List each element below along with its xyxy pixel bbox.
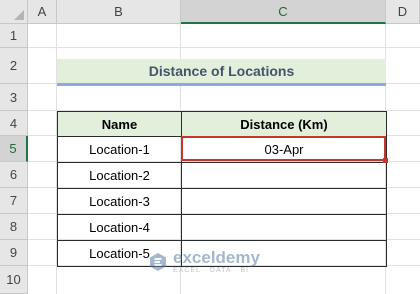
name-cell[interactable]: Location-1 <box>57 136 182 163</box>
row-header-8[interactable]: 8 <box>0 214 28 240</box>
distance-cell[interactable] <box>181 240 387 267</box>
spreadsheet-grid[interactable]: A B C D 1 2 3 4 5 6 7 8 9 10 Distance of… <box>0 0 420 294</box>
row-header-5[interactable]: 5 <box>0 136 28 162</box>
select-all-icon <box>14 10 24 20</box>
distance-cell[interactable] <box>181 188 387 215</box>
gridline <box>28 47 420 48</box>
row-header-2[interactable]: 2 <box>0 48 28 84</box>
table-row: Location-1 03-Apr <box>57 136 387 163</box>
column-header-d[interactable]: D <box>386 0 420 24</box>
name-column-header[interactable]: Name <box>57 111 182 137</box>
name-cell[interactable]: Location-4 <box>57 214 182 241</box>
column-header-a[interactable]: A <box>28 0 57 24</box>
table-row: Location-4 <box>57 214 387 241</box>
row-header-9[interactable]: 9 <box>0 240 28 266</box>
distance-table: Name Distance (Km) Location-1 03-Apr Loc… <box>57 111 387 267</box>
name-cell[interactable]: Location-3 <box>57 188 182 215</box>
select-all-button[interactable] <box>0 0 28 24</box>
distance-column-header[interactable]: Distance (Km) <box>181 111 387 137</box>
table-header-row: Name Distance (Km) <box>57 111 387 137</box>
distance-cell[interactable] <box>181 214 387 241</box>
table-row: Location-2 <box>57 162 387 189</box>
column-header-c[interactable]: C <box>181 0 386 24</box>
row-header-1[interactable]: 1 <box>0 24 28 48</box>
row-header-7[interactable]: 7 <box>0 188 28 214</box>
row-header-3[interactable]: 3 <box>0 84 28 111</box>
row-header-4[interactable]: 4 <box>0 111 28 136</box>
sheet-title[interactable]: Distance of Locations <box>57 59 386 86</box>
watermark-tagline: EXCEL · DATA · BI <box>173 267 249 274</box>
row-header-10[interactable]: 10 <box>0 266 28 294</box>
table-row: Location-5 <box>57 240 387 267</box>
row-header-6[interactable]: 6 <box>0 162 28 188</box>
distance-cell[interactable]: 03-Apr <box>181 136 387 163</box>
column-header-b[interactable]: B <box>57 0 181 24</box>
distance-cell[interactable] <box>181 162 387 189</box>
fill-handle[interactable] <box>383 158 388 163</box>
table-row: Location-3 <box>57 188 387 215</box>
name-cell[interactable]: Location-2 <box>57 162 182 189</box>
name-cell[interactable]: Location-5 <box>57 240 182 267</box>
